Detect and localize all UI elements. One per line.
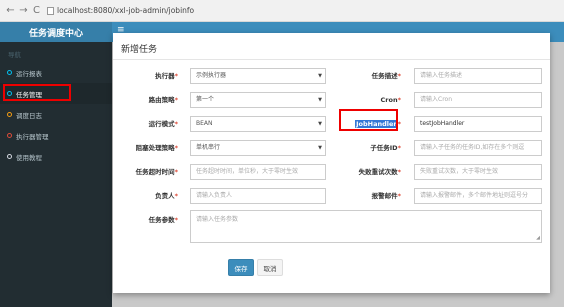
chevron-down-icon: ▼ (318, 121, 322, 127)
timeout-input[interactable]: 任务超时时间，单位秒，大于零时生效 (190, 164, 326, 180)
executor-label: 执行器* (155, 72, 178, 80)
retry-label: 失败重试次数* (358, 168, 401, 176)
highlight-annotation (3, 84, 71, 101)
sidebar-item-report[interactable]: 运行报表 (0, 62, 112, 83)
route-label: 路由策略* (148, 96, 178, 104)
alarm-email-label: 报警邮件* (371, 192, 401, 200)
back-arrow-icon[interactable]: ← (4, 2, 17, 20)
sidebar-item-label: 运行报表 (16, 69, 42, 78)
add-job-modal: 新增任务 执行器* 示例执行器 ▼ 任务描述* 请输入任务描述 路由策略* 第一个… (113, 33, 550, 293)
circle-icon (7, 112, 12, 117)
sidebar-item-joblog[interactable]: 调度日志 (0, 104, 112, 125)
block-strategy-label: 阻塞处理策略* (135, 144, 178, 152)
route-select[interactable]: 第一个 ▼ (190, 92, 326, 108)
jobhandler-input[interactable]: testJobHandler (414, 116, 542, 132)
circle-icon (7, 70, 12, 75)
chevron-down-icon: ▼ (318, 73, 322, 79)
form-row: 阻塞处理策略* 单机串行 ▼ 子任务ID* 请输入子任务的任务ID,如存在多个则逗 (113, 140, 550, 156)
alarm-email-input[interactable]: 请输入报警邮件，多个邮件地址则逗号分 (414, 188, 542, 204)
param-textarea[interactable]: 请输入任务参数 ◢ (190, 210, 542, 243)
form-row: 路由策略* 第一个 ▼ Cron* 请输入Cron (113, 92, 550, 108)
page-icon (47, 6, 54, 15)
timeout-label: 任务超时时间* (135, 168, 178, 176)
form-row: 运行模式* BEAN ▼ JobHandler* testJobHandler (113, 116, 550, 132)
highlight-annotation (339, 109, 398, 131)
sidebar: 任务调度中心 导航 运行报表 任务管理 调度日志 执行器管理 使用教程 (0, 22, 112, 307)
form-row: 任务超时时间* 任务超时时间，单位秒，大于零时生效 失败重试次数* 失败重试次数… (113, 164, 550, 180)
child-job-label: 子任务ID* (370, 144, 401, 152)
sidebar-item-help[interactable]: 使用教程 (0, 146, 112, 167)
chevron-down-icon: ▼ (318, 145, 322, 151)
sidebar-item-label: 执行器管理 (16, 132, 49, 141)
url-text: localhost:8080/xxl-job-admin/jobinfo (57, 6, 195, 15)
desc-label: 任务描述* (371, 72, 401, 80)
sidebar-item-jobgroup[interactable]: 执行器管理 (0, 125, 112, 146)
glue-label: 运行模式* (148, 120, 178, 128)
modal-title: 新增任务 (113, 33, 550, 60)
reload-icon[interactable]: C (30, 2, 43, 20)
block-strategy-select[interactable]: 单机串行 ▼ (190, 140, 326, 156)
resize-grip-icon[interactable]: ◢ (536, 235, 540, 241)
save-button[interactable]: 保存 (228, 259, 254, 276)
sidebar-item-label: 调度日志 (16, 111, 42, 120)
param-label: 任务参数* (148, 216, 178, 224)
cancel-button[interactable]: 取消 (257, 259, 283, 276)
glue-select[interactable]: BEAN ▼ (190, 116, 326, 132)
form-row: 负责人* 请输入负责人 报警邮件* 请输入报警邮件，多个邮件地址则逗号分 (113, 188, 550, 204)
desc-input[interactable]: 请输入任务描述 (414, 68, 542, 84)
executor-select[interactable]: 示例执行器 ▼ (190, 68, 326, 84)
brand-logo[interactable]: 任务调度中心 (0, 22, 112, 42)
address-bar[interactable]: localhost:8080/xxl-job-admin/jobinfo (47, 6, 194, 15)
sidebar-header: 导航 (8, 51, 21, 59)
browser-toolbar: ← → C localhost:8080/xxl-job-admin/jobin… (0, 0, 564, 22)
circle-icon (7, 154, 12, 159)
retry-input[interactable]: 失败重试次数，大于零时生效 (414, 164, 542, 180)
author-label: 负责人* (155, 192, 178, 200)
form-row: 执行器* 示例执行器 ▼ 任务描述* 请输入任务描述 (113, 68, 550, 84)
forward-arrow-icon[interactable]: → (17, 2, 30, 20)
child-job-input[interactable]: 请输入子任务的任务ID,如存在多个则逗 (414, 140, 542, 156)
cron-input[interactable]: 请输入Cron (414, 92, 542, 108)
chevron-down-icon: ▼ (318, 97, 322, 103)
author-input[interactable]: 请输入负责人 (190, 188, 326, 204)
sidebar-item-label: 使用教程 (16, 153, 42, 162)
circle-icon (7, 133, 12, 138)
cron-label: Cron* (380, 96, 401, 104)
